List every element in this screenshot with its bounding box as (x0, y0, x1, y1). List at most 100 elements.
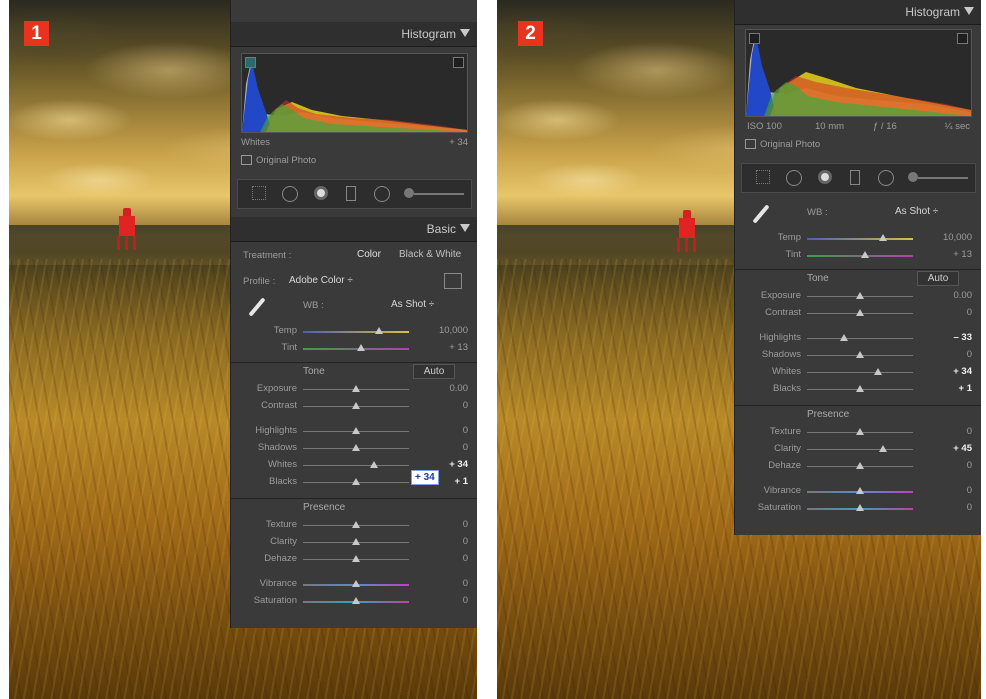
tint-slider[interactable] (303, 348, 409, 350)
collapse-triangle-icon[interactable] (964, 7, 974, 15)
radial-filter-icon[interactable] (878, 170, 894, 186)
wb-select[interactable]: As Shot ÷ (391, 299, 434, 310)
shadows-value[interactable]: 0 (463, 442, 468, 453)
exposure-value[interactable]: 0.00 (954, 290, 973, 301)
shadows-value[interactable]: 0 (967, 349, 972, 360)
brush-slider[interactable] (918, 177, 968, 179)
spot-removal-icon[interactable] (282, 186, 298, 202)
blacks-value[interactable]: + 1 (455, 476, 468, 487)
whites-slider[interactable] (303, 465, 409, 466)
whites-slider-thumb[interactable] (370, 461, 379, 468)
blacks-slider-thumb[interactable] (856, 385, 864, 392)
dehaze-value[interactable]: 0 (967, 460, 972, 471)
vibrance-value[interactable]: 0 (463, 578, 468, 589)
contrast-slider-thumb[interactable] (352, 402, 360, 409)
auto-tone-button[interactable]: Auto (413, 364, 455, 379)
saturation-value[interactable]: 0 (967, 502, 972, 513)
red-eye-icon[interactable] (314, 186, 328, 200)
treatment-bw-option[interactable]: Black & White (399, 249, 461, 260)
spot-removal-icon[interactable] (786, 170, 802, 186)
whites-value-entry[interactable]: + 34 (411, 470, 439, 485)
highlights-value[interactable]: – 33 (954, 332, 973, 343)
tint-slider-thumb[interactable] (357, 344, 366, 351)
collapse-triangle-icon[interactable] (460, 224, 470, 232)
highlights-slider[interactable] (807, 338, 913, 339)
dehaze-value[interactable]: 0 (463, 553, 468, 564)
texture-value[interactable]: 0 (967, 426, 972, 437)
temp-value[interactable]: 10,000 (943, 232, 972, 243)
wb-select[interactable]: As Shot ÷ (895, 206, 938, 217)
shadow-clip-indicator[interactable] (245, 57, 256, 68)
temp-slider[interactable] (303, 331, 409, 333)
graduated-filter-icon[interactable] (850, 170, 860, 185)
saturation-slider-thumb[interactable] (352, 597, 360, 604)
clarity-slider-thumb[interactable] (352, 538, 360, 545)
whites-value[interactable]: + 34 (449, 459, 468, 470)
exposure-slider-thumb[interactable] (352, 385, 360, 392)
temp-value[interactable]: 10,000 (439, 325, 468, 336)
contrast-slider-thumb[interactable] (856, 309, 864, 316)
clarity-value[interactable]: + 45 (953, 443, 972, 454)
white-balance-eyedropper-icon[interactable] (248, 297, 266, 317)
contrast-value[interactable]: 0 (967, 307, 972, 318)
temp-slider[interactable] (807, 238, 913, 240)
graduated-filter-icon[interactable] (346, 186, 356, 201)
highlight-clip-indicator[interactable] (453, 57, 464, 68)
treatment-color-option[interactable]: Color (357, 249, 381, 260)
texture-slider-thumb[interactable] (856, 428, 864, 435)
tint-value[interactable]: + 13 (449, 342, 468, 353)
brush-slider[interactable] (414, 193, 464, 195)
original-photo-toggle[interactable]: Original Photo (745, 137, 972, 155)
tint-slider-thumb[interactable] (861, 251, 870, 258)
vibrance-slider-thumb[interactable] (856, 487, 864, 494)
shadows-slider-thumb[interactable] (352, 444, 360, 451)
brush-icon[interactable] (404, 188, 414, 198)
exposure-value[interactable]: 0.00 (450, 383, 469, 394)
checkbox-icon[interactable] (241, 155, 252, 166)
texture-value[interactable]: 0 (463, 519, 468, 530)
clarity-slider[interactable] (807, 449, 913, 450)
clarity-value[interactable]: 0 (463, 536, 468, 547)
collapse-triangle-icon[interactable] (460, 29, 470, 37)
basic-header[interactable]: Basic (231, 217, 477, 242)
tint-value[interactable]: + 13 (953, 249, 972, 260)
shadows-slider-thumb[interactable] (856, 351, 864, 358)
profile-browser-icon[interactable] (444, 273, 462, 289)
dehaze-slider-thumb[interactable] (352, 555, 360, 562)
red-eye-icon[interactable] (818, 170, 832, 184)
saturation-slider-thumb[interactable] (856, 504, 864, 511)
crop-icon[interactable] (756, 170, 770, 184)
highlights-value[interactable]: 0 (463, 425, 468, 436)
temp-slider-thumb[interactable] (879, 234, 888, 241)
saturation-value[interactable]: 0 (463, 595, 468, 606)
histogram-header[interactable]: Histogram (231, 22, 477, 47)
highlights-slider-thumb[interactable] (352, 427, 360, 434)
whites-slider-thumb[interactable] (874, 368, 883, 375)
brush-icon[interactable] (908, 172, 918, 182)
white-balance-eyedropper-icon[interactable] (752, 204, 770, 224)
exposure-slider-thumb[interactable] (856, 292, 864, 299)
highlight-clip-indicator[interactable] (957, 33, 968, 44)
tint-slider[interactable] (807, 255, 913, 257)
histogram-header[interactable]: Histogram (735, 0, 981, 25)
radial-filter-icon[interactable] (374, 186, 390, 202)
blacks-value[interactable]: + 1 (959, 383, 972, 394)
vibrance-slider-thumb[interactable] (352, 580, 360, 587)
basic-title: Basic (426, 222, 456, 236)
texture-slider-thumb[interactable] (352, 521, 360, 528)
vibrance-value[interactable]: 0 (967, 485, 972, 496)
temp-slider-thumb[interactable] (375, 327, 384, 334)
clarity-slider-thumb[interactable] (879, 445, 888, 452)
whites-slider[interactable] (807, 372, 913, 373)
shadow-clip-indicator[interactable] (749, 33, 760, 44)
original-photo-toggle[interactable]: Original Photo (241, 153, 468, 171)
contrast-value[interactable]: 0 (463, 400, 468, 411)
checkbox-icon[interactable] (745, 139, 756, 150)
whites-value[interactable]: + 34 (953, 366, 972, 377)
blacks-slider-thumb[interactable] (352, 478, 360, 485)
crop-icon[interactable] (252, 186, 266, 200)
profile-select[interactable]: Adobe Color ÷ (289, 275, 353, 286)
highlights-slider-thumb[interactable] (840, 334, 849, 341)
dehaze-slider-thumb[interactable] (856, 462, 864, 469)
auto-tone-button[interactable]: Auto (917, 271, 959, 286)
